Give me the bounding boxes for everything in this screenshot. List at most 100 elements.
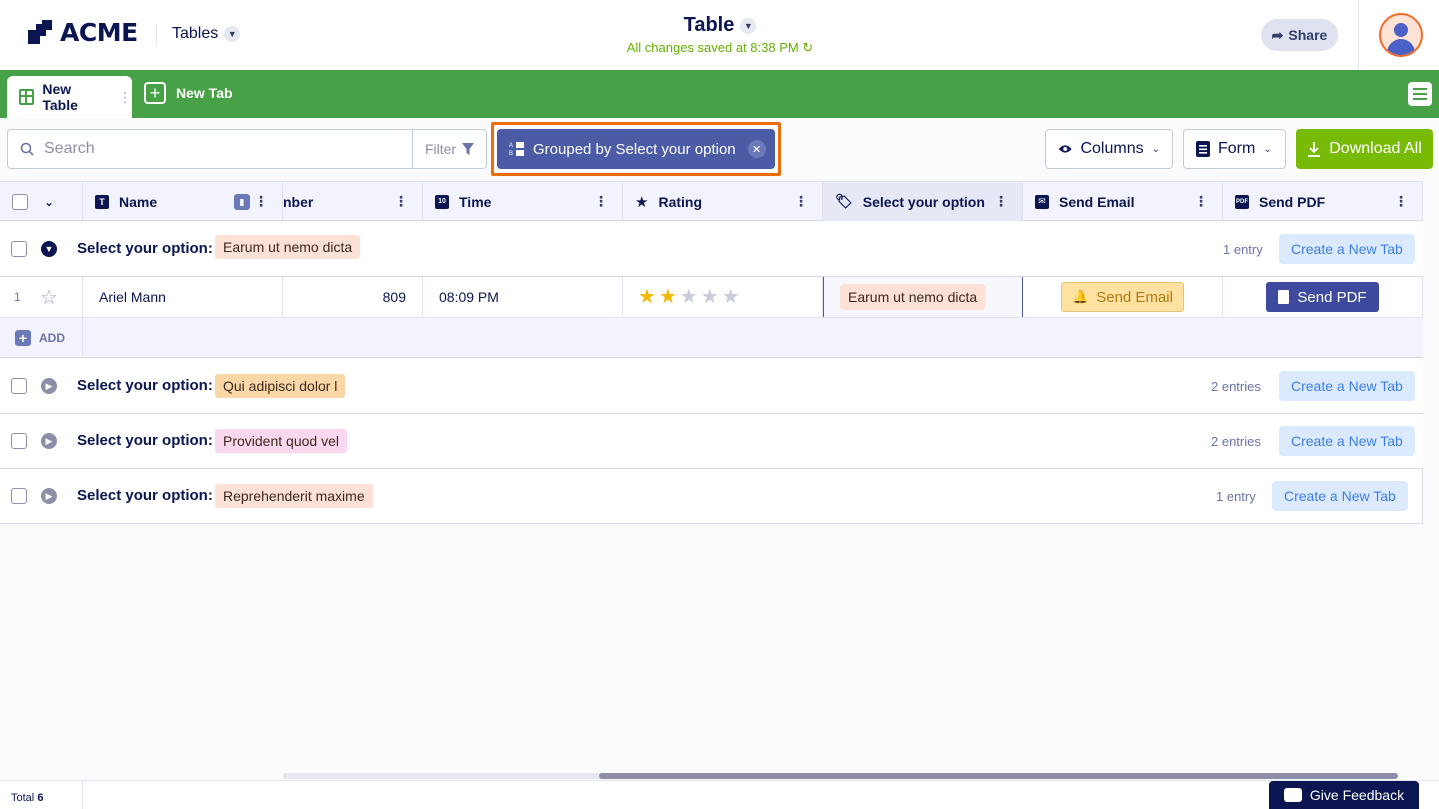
brand-name: ACME xyxy=(60,18,138,47)
column-number-label: nber xyxy=(283,193,314,210)
group-checkbox[interactable] xyxy=(11,378,27,394)
column-header-select[interactable]: 🏷 Select your option ⋮ xyxy=(823,182,1023,221)
group-by-chip[interactable]: AB Grouped by Select your option ✕ xyxy=(497,129,775,169)
hamburger-menu-icon[interactable] xyxy=(1408,82,1432,106)
pin-icon[interactable]: ▮ xyxy=(234,194,250,210)
scrollbar-thumb[interactable] xyxy=(599,773,1398,779)
download-all-button[interactable]: Download All xyxy=(1296,129,1433,169)
tab-menu-icon[interactable]: ⋮ xyxy=(118,89,132,106)
create-new-tab-button[interactable]: Create a New Tab xyxy=(1279,426,1415,456)
column-menu-icon[interactable]: ⋮ xyxy=(794,193,808,210)
form-label: Form xyxy=(1218,140,1256,157)
close-icon[interactable]: ✕ xyxy=(747,140,766,158)
tab-new-table[interactable]: New Table ⋮ xyxy=(7,76,132,118)
avatar[interactable] xyxy=(1379,13,1423,57)
column-header-rating[interactable]: ★ Rating ⋮ xyxy=(623,182,823,221)
select-cell[interactable]: Earum ut nemo dicta xyxy=(823,277,1023,317)
group-label: Select your option: xyxy=(77,487,213,504)
download-icon xyxy=(1308,142,1321,157)
footer-divider xyxy=(82,781,83,809)
horizontal-scrollbar[interactable] xyxy=(283,773,1398,779)
column-menu-icon[interactable]: ⋮ xyxy=(994,193,1008,210)
send-pdf-button[interactable]: Send PDF xyxy=(1266,282,1379,312)
group-checkbox[interactable] xyxy=(11,433,27,449)
column-header-send-pdf[interactable]: PDF Send PDF ⋮ xyxy=(1223,182,1423,221)
header-divider xyxy=(156,24,157,46)
add-row: + ADD xyxy=(0,318,1423,358)
calendar-icon: 10 xyxy=(435,194,449,209)
share-button[interactable]: ➦ Share xyxy=(1261,19,1338,51)
group-by-icon: AB xyxy=(509,142,524,157)
new-tab-button[interactable]: + New Tab xyxy=(144,82,233,104)
create-new-tab-button[interactable]: Create a New Tab xyxy=(1279,371,1415,401)
chevron-down-icon[interactable]: ▼ xyxy=(41,241,57,257)
group-count: 2 entries xyxy=(1211,379,1261,394)
star-outline-icon[interactable]: ☆ xyxy=(40,285,58,310)
column-menu-icon[interactable]: ⋮ xyxy=(254,193,268,210)
group-count: 1 entry xyxy=(1223,242,1263,257)
send-email-button[interactable]: 🔔 Send Email xyxy=(1061,282,1184,312)
acme-logo-icon xyxy=(28,19,54,46)
total-count: Total 6 xyxy=(11,792,43,804)
search-input[interactable] xyxy=(44,140,384,158)
number-cell[interactable]: 809 xyxy=(283,277,423,317)
group-label: Select your option: xyxy=(77,377,213,394)
columns-button[interactable]: Columns ⌄ xyxy=(1045,129,1173,169)
acme-logo[interactable]: ACME xyxy=(28,18,138,47)
column-header-name[interactable]: T Name ▮ ⋮ xyxy=(83,182,283,221)
chevron-right-icon[interactable]: ▶ xyxy=(41,488,57,504)
name-value: Ariel Mann xyxy=(99,289,166,305)
group-checkbox[interactable] xyxy=(11,241,27,257)
new-tab-label: New Tab xyxy=(176,85,233,101)
group-by-label: Grouped by Select your option xyxy=(533,140,736,158)
filter-label: Filter xyxy=(424,141,457,157)
chevron-down-icon[interactable]: ⌄ xyxy=(44,195,54,209)
column-menu-icon[interactable]: ⋮ xyxy=(394,193,408,210)
avatar-head xyxy=(1394,23,1408,37)
column-select-label: Select your option xyxy=(862,193,985,210)
column-header-time[interactable]: 10 Time ⋮ xyxy=(423,182,623,221)
column-send-email-label: Send Email xyxy=(1059,193,1135,210)
column-name-label: Name xyxy=(119,193,158,210)
rating-cell[interactable]: ★ ★ ★ ★ ★ xyxy=(623,277,823,317)
select-all-checkbox[interactable] xyxy=(12,193,28,210)
page-title[interactable]: Table ▼ xyxy=(684,14,757,37)
rating-star-icon[interactable]: ★ xyxy=(680,287,698,307)
row-index-cell: 1 ☆ xyxy=(0,277,83,317)
table-row[interactable]: 1 ☆ Ariel Mann 809 08:09 PM ★ ★ ★ ★ ★ Ea… xyxy=(0,277,1423,318)
rating-star-icon[interactable]: ★ xyxy=(659,287,677,307)
save-status-text: All changes saved at 8:38 PM xyxy=(626,40,799,55)
page-title-text: Table xyxy=(683,14,735,36)
group-label: Select your option: xyxy=(77,432,213,449)
chevron-right-icon[interactable]: ▶ xyxy=(41,433,57,449)
column-menu-icon[interactable]: ⋮ xyxy=(1194,193,1208,210)
column-send-pdf-label: Send PDF xyxy=(1259,193,1326,210)
column-menu-icon[interactable]: ⋮ xyxy=(1394,193,1408,210)
form-button[interactable]: Form ⌄ xyxy=(1183,129,1286,169)
search-box xyxy=(7,129,413,169)
share-label: Share xyxy=(1288,27,1328,43)
create-new-tab-button[interactable]: Create a New Tab xyxy=(1279,234,1415,264)
column-header-send-email[interactable]: ✉ Send Email ⋮ xyxy=(1023,182,1223,221)
give-feedback-button[interactable]: Give Feedback xyxy=(1269,781,1419,809)
column-header-number[interactable]: nber ⋮ xyxy=(283,182,423,221)
add-row-button[interactable]: + ADD xyxy=(15,330,65,346)
text-type-icon: T xyxy=(95,194,109,209)
search-icon xyxy=(20,142,34,156)
tables-dropdown[interactable]: Tables ▼ xyxy=(172,25,241,43)
column-menu-icon[interactable]: ⋮ xyxy=(594,193,608,210)
filter-button[interactable]: Filter xyxy=(412,129,487,169)
rating-star-icon[interactable]: ★ xyxy=(701,287,719,307)
rating-star-icon[interactable]: ★ xyxy=(638,287,656,307)
share-arrow-icon: ➦ xyxy=(1271,26,1284,43)
chevron-right-icon[interactable]: ▶ xyxy=(41,378,57,394)
rating-star-icon[interactable]: ★ xyxy=(722,287,740,307)
group-checkbox[interactable] xyxy=(11,488,27,504)
send-pdf-label: Send PDF xyxy=(1297,288,1367,306)
time-cell[interactable]: 08:09 PM xyxy=(423,277,623,317)
group-row: ▶ Select your option: Provident quod vel… xyxy=(0,414,1423,469)
create-new-tab-button[interactable]: Create a New Tab xyxy=(1272,481,1408,511)
feedback-chat-icon xyxy=(1283,788,1302,802)
name-cell[interactable]: Ariel Mann xyxy=(83,277,283,317)
feedback-label: Give Feedback xyxy=(1309,787,1405,803)
